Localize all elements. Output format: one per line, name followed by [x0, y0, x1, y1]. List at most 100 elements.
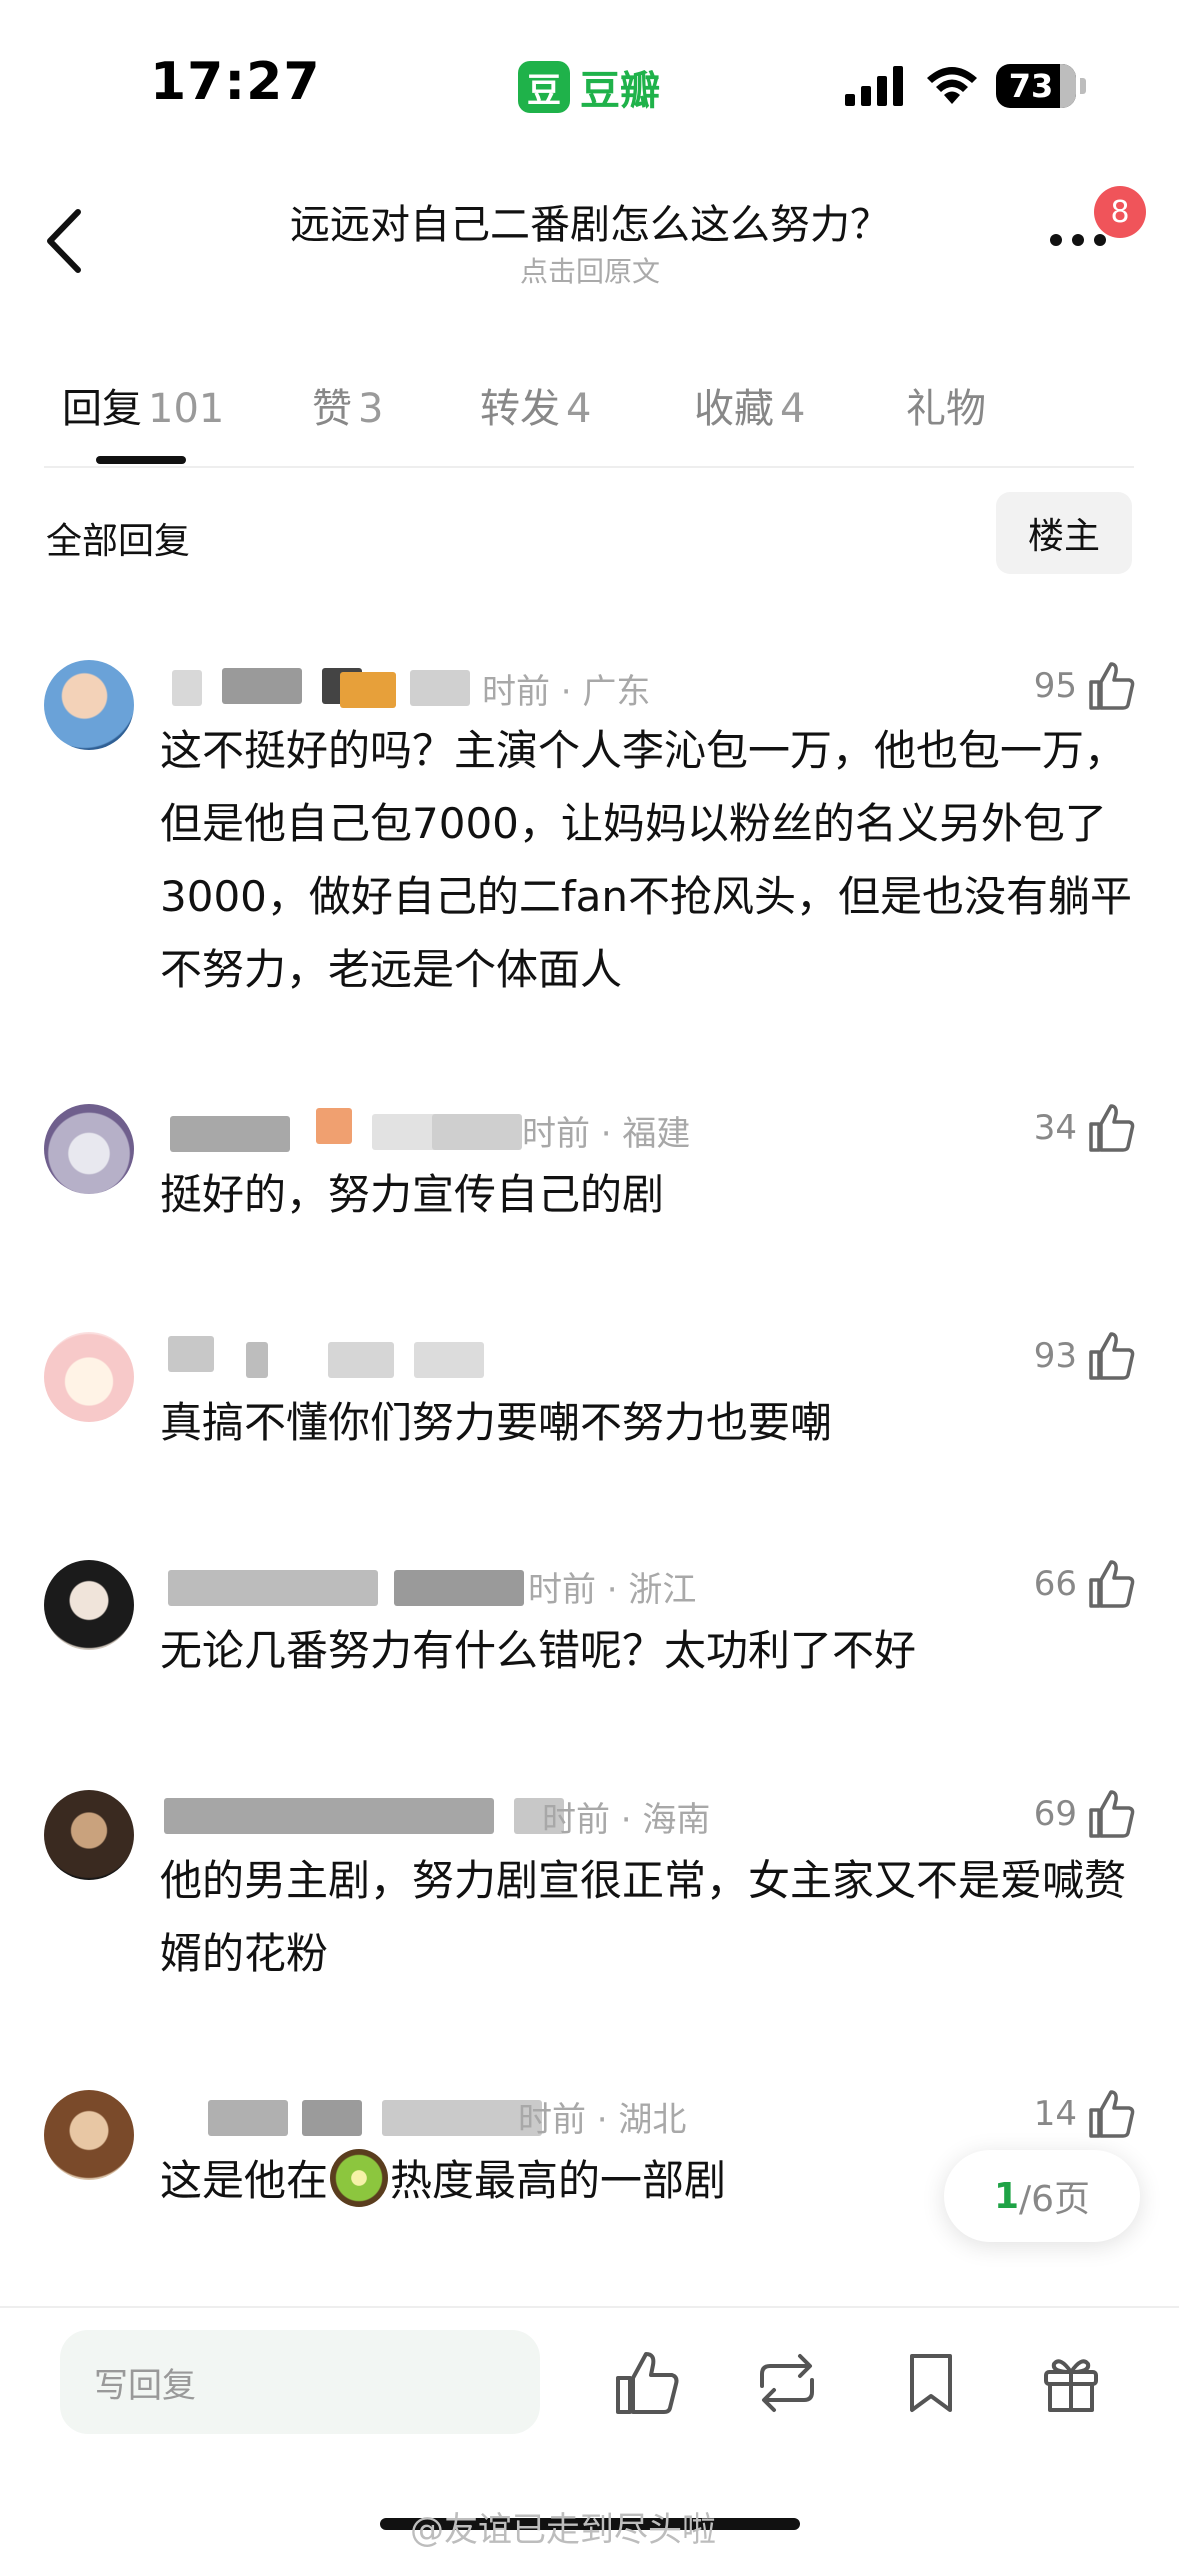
comment-text: 真搞不懂你们努力要嘲不努力也要嘲	[160, 1398, 833, 1447]
avatar[interactable]	[44, 1790, 134, 1880]
blurred-username	[170, 1116, 290, 1152]
active-tab-indicator	[96, 456, 186, 464]
app-name: 豆瓣	[580, 68, 660, 114]
weibo-watermark: @友谊已走到尽头啦	[410, 2510, 716, 2550]
tab-likes[interactable]: 赞3	[312, 376, 383, 434]
tab-likes-label: 赞	[312, 386, 352, 432]
tab-bar: 回复 101 赞3 转发 4 收藏 4 礼物	[0, 360, 1179, 470]
blurred-username	[328, 1342, 394, 1378]
tab-reposts-count: 4	[566, 386, 592, 432]
comment-meta: 时前 · 广东	[162, 662, 962, 712]
app-indicator: 豆 豆瓣	[518, 58, 660, 116]
divider	[0, 2306, 1179, 2308]
blurred-badge	[340, 672, 396, 708]
wifi-icon	[927, 67, 977, 104]
blurred-username	[168, 1570, 378, 1606]
tab-gifts-label: 礼物	[906, 386, 986, 432]
like-count: 69	[1033, 1794, 1077, 1834]
tab-collections-count: 4	[780, 386, 806, 432]
blurred-username	[222, 668, 302, 704]
like-count: 93	[1033, 1336, 1077, 1376]
tab-collections[interactable]: 收藏 4	[694, 376, 805, 434]
kiwi-emoji-icon	[330, 2149, 389, 2207]
notification-badge: 8	[1094, 186, 1146, 238]
like-icon	[1089, 1560, 1135, 1608]
tab-reposts-label: 转发	[480, 386, 560, 432]
comment-text: 挺好的，努力宣传自己的剧	[160, 1170, 665, 1219]
gift-icon[interactable]	[1036, 2348, 1106, 2418]
avatar[interactable]	[44, 1104, 134, 1194]
like-count: 34	[1033, 1108, 1077, 1148]
tab-replies[interactable]: 回复 101	[62, 376, 224, 434]
battery-empty-portion	[1060, 64, 1076, 108]
comment-meta	[162, 1332, 962, 1382]
blurred-badge	[316, 1108, 352, 1144]
comment-meta: 时前 · 浙江	[162, 1560, 962, 1610]
comment-time-location: 时前 · 浙江	[528, 1570, 697, 1610]
blurred-time	[410, 670, 470, 706]
like-icon	[1089, 662, 1135, 710]
like-icon[interactable]	[612, 2348, 682, 2418]
tab-replies-count: 101	[148, 386, 225, 432]
tab-reposts[interactable]: 转发 4	[480, 376, 591, 434]
blurred-time	[394, 1570, 524, 1606]
comment-time-location: 时前 · 广东	[482, 672, 651, 712]
avatar[interactable]	[44, 2090, 134, 2180]
comment-meta: 时前 · 福建	[162, 1104, 962, 1154]
comment-text-part: 热度最高的一部剧	[390, 2156, 727, 2205]
like-button[interactable]: 95	[1034, 658, 1135, 714]
like-count: 95	[1033, 666, 1077, 706]
current-page: 1	[993, 2175, 1019, 2217]
avatar[interactable]	[44, 1560, 134, 1650]
battery-level: 73	[1008, 67, 1054, 105]
comment-meta: 时前 · 海南	[162, 1790, 962, 1840]
post-header: 远远对自己二番剧怎么这么努力？ 点击回原文 8	[0, 170, 1179, 300]
like-button[interactable]: 14	[1034, 2086, 1135, 2142]
comment-text: 他的男主剧，努力剧宣很正常，女主家又不是爱喊赘婿的花粉	[160, 1856, 1127, 1978]
douban-logo-icon: 豆	[518, 61, 570, 113]
battery-tip	[1080, 78, 1086, 94]
blurred-time	[432, 1114, 522, 1150]
avatar[interactable]	[44, 1332, 134, 1422]
cellular-signal-icon	[845, 66, 903, 106]
tab-gifts[interactable]: 礼物	[906, 376, 986, 434]
like-count: 66	[1033, 1564, 1077, 1604]
post-title[interactable]: 远远对自己二番剧怎么这么努力？	[150, 192, 1030, 250]
blurred-username	[172, 670, 202, 706]
blurred-username	[168, 1336, 214, 1372]
like-icon	[1089, 1332, 1135, 1380]
blurred-username	[164, 1798, 494, 1834]
comment-text: 这不挺好的吗？主演个人李沁包一万，他也包一万，但是他自己包7000，让妈妈以粉丝…	[160, 726, 1133, 994]
comment-text: 无论几番努力有什么错呢？太功利了不好	[160, 1626, 917, 1675]
reply-input[interactable]: 写回复	[60, 2330, 540, 2434]
like-button[interactable]: 34	[1034, 1100, 1135, 1156]
like-icon	[1089, 2090, 1135, 2138]
back-to-original-link[interactable]: 点击回原文	[150, 250, 1030, 290]
battery-indicator: 73	[996, 64, 1076, 108]
avatar[interactable]	[44, 660, 134, 750]
tab-likes-count: 3	[358, 386, 384, 432]
page-indicator[interactable]: 1/6页	[944, 2150, 1140, 2242]
like-button[interactable]: 69	[1034, 1786, 1135, 1842]
status-time: 17:27	[150, 52, 321, 112]
like-count: 14	[1033, 2094, 1077, 2134]
status-bar: 17:27 豆 豆瓣 73	[0, 0, 1179, 150]
back-icon[interactable]	[40, 206, 90, 276]
more-icon[interactable]	[1050, 234, 1130, 264]
like-button[interactable]: 66	[1034, 1556, 1135, 1612]
tab-replies-label: 回复	[62, 386, 142, 432]
total-pages: /6页	[1019, 2179, 1091, 2220]
comment-text-part: 这是他在	[160, 2156, 329, 2205]
like-button[interactable]: 93	[1034, 1328, 1135, 1384]
divider	[44, 466, 1134, 468]
blurred-username	[208, 2100, 288, 2136]
all-replies-label: 全部回复	[46, 521, 191, 562]
repost-icon[interactable]	[752, 2348, 822, 2418]
bookmark-icon[interactable]	[896, 2348, 966, 2418]
like-icon	[1089, 1790, 1135, 1838]
comment-meta: 时前 · 湖北	[162, 2090, 962, 2140]
op-only-button[interactable]: 楼主	[996, 492, 1132, 574]
blurred-time	[414, 1342, 484, 1378]
comment-time-location: 时前 · 海南	[542, 1800, 711, 1840]
blurred-username	[302, 2100, 362, 2136]
